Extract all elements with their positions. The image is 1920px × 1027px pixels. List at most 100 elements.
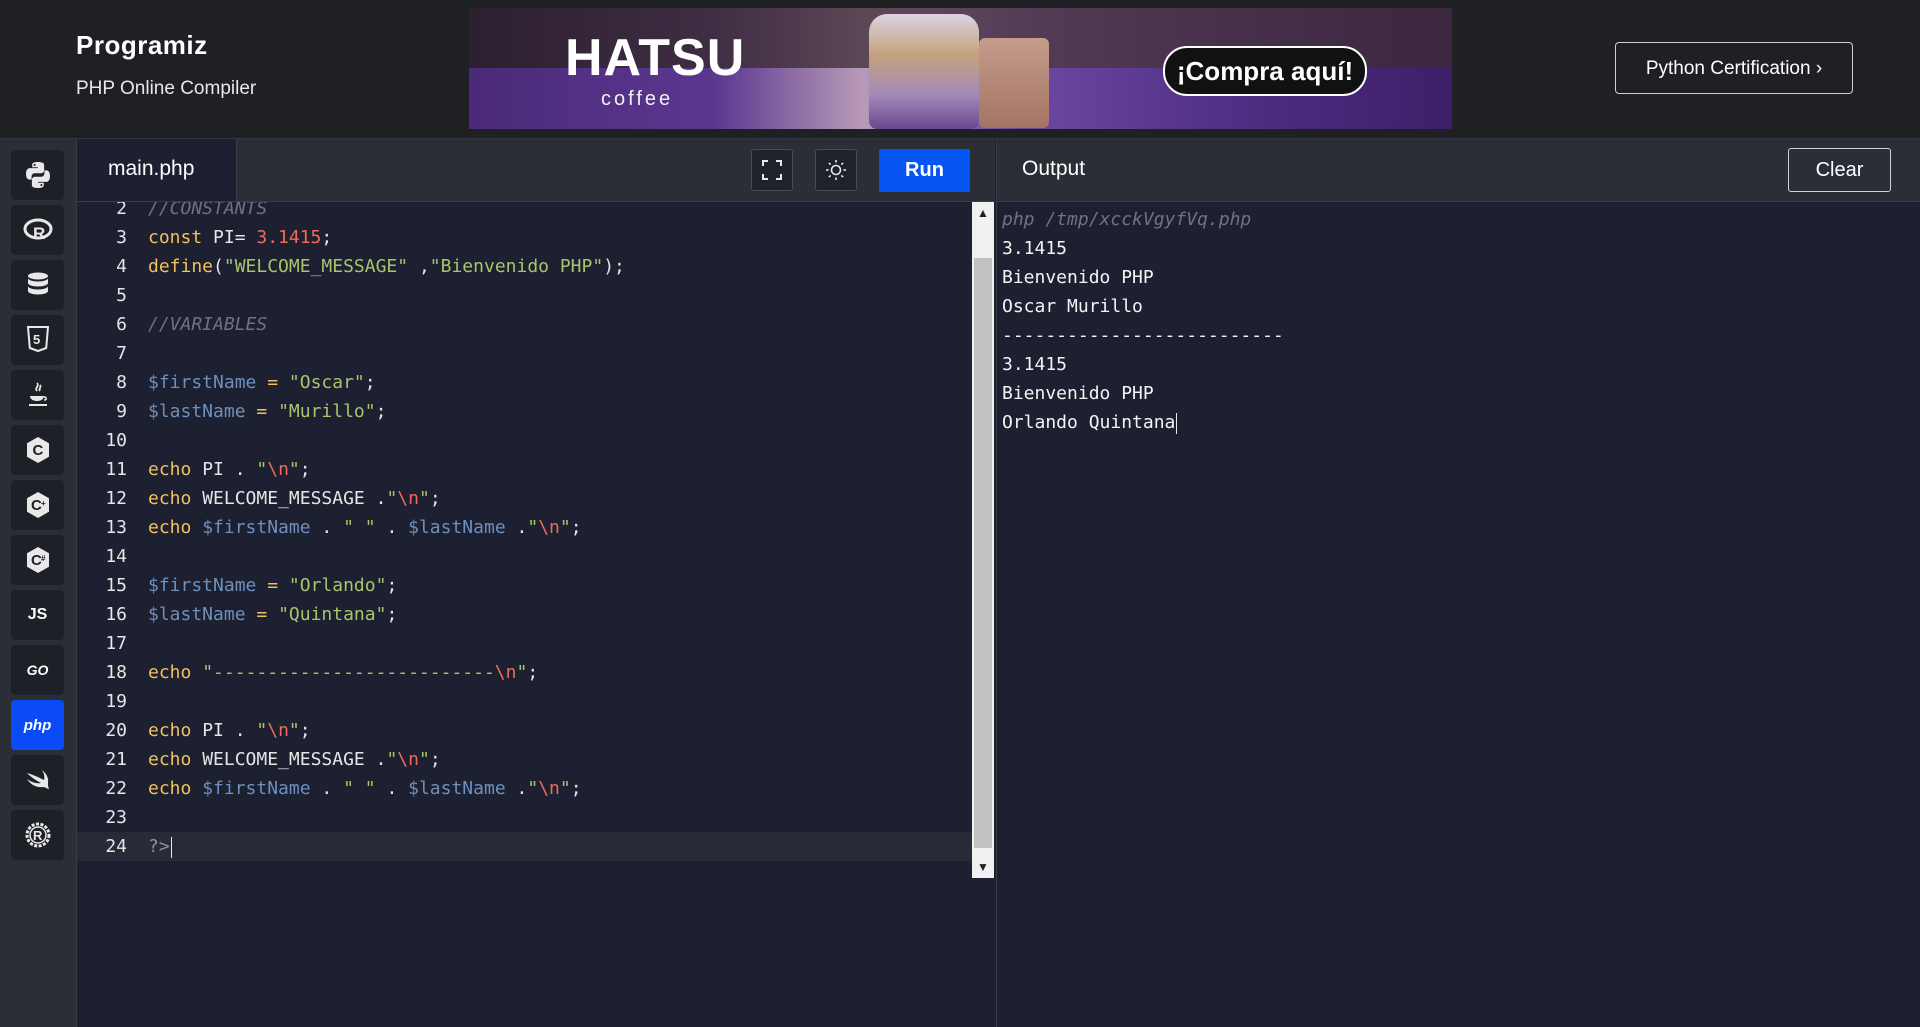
line-number: 16: [105, 604, 127, 625]
tab-main-php[interactable]: main.php: [77, 139, 237, 201]
svg-text:R: R: [33, 224, 45, 243]
code-line: 4 define("WELCOME_MESSAGE" ,"Bienvenido P…: [77, 252, 972, 281]
output-caret: [1176, 412, 1178, 434]
line-number: 12: [105, 488, 127, 509]
svg-text:5: 5: [33, 332, 40, 347]
code-line: 16 $lastName = "Quintana";: [77, 600, 972, 629]
sun-icon: [826, 160, 846, 180]
code-text: echo $firstName . " " . $lastName ."\n";: [148, 517, 582, 538]
code-text: $firstName = "Orlando";: [148, 575, 398, 596]
sidebar-item-r[interactable]: R: [11, 205, 64, 255]
line-number: 14: [105, 546, 127, 567]
output-command: php /tmp/xcckVgyfVq.php: [1002, 209, 1252, 230]
scroll-down-arrow-icon[interactable]: ▼: [972, 856, 994, 878]
code-editor[interactable]: 2 //CONSTANTS 3 const PI= 3.1415; 4 define(…: [77, 202, 972, 878]
python-icon: [25, 162, 50, 188]
sidebar-item-sql[interactable]: [11, 260, 64, 310]
code-line: 13 echo $firstName . " " . $lastName ."\n…: [77, 513, 972, 542]
code-text: echo WELCOME_MESSAGE ."\n";: [148, 749, 441, 770]
svg-text:#: #: [41, 554, 46, 563]
java-icon: [28, 382, 47, 406]
sidebar-item-cpp[interactable]: C +: [11, 480, 64, 530]
sidebar-item-python[interactable]: [11, 150, 64, 200]
scroll-up-arrow-icon[interactable]: ▲: [972, 202, 994, 224]
sidebar-item-csharp[interactable]: C #: [11, 535, 64, 585]
output-line: Bienvenido PHP: [1002, 267, 1154, 288]
line-number: 19: [105, 691, 127, 712]
sidebar-item-go[interactable]: GO: [11, 645, 64, 695]
code-line: 11 echo PI . "\n";: [77, 455, 972, 484]
output-line: 3.1415: [1002, 354, 1068, 375]
code-line: 22 echo $firstName . " " . $lastName ."\n…: [77, 774, 972, 803]
sidebar-item-swift[interactable]: [11, 755, 64, 805]
line-number: 7: [116, 343, 127, 364]
ad-can-image: [979, 38, 1049, 128]
code-line: 23: [77, 803, 972, 832]
top-header: Programiz PHP Online Compiler HATSU coff…: [0, 0, 1920, 139]
scrollbar-thumb[interactable]: [974, 258, 992, 848]
line-number: 23: [105, 807, 127, 828]
line-number: 18: [105, 662, 127, 683]
ad-cta-button[interactable]: ¡Compra aquí!: [1163, 46, 1367, 96]
line-number: 6: [116, 314, 127, 335]
line-number: 17: [105, 633, 127, 654]
code-text: const PI= 3.1415;: [148, 227, 333, 248]
line-number: 3: [116, 227, 127, 248]
c-icon: C: [26, 437, 49, 463]
csharp-icon: C #: [26, 547, 49, 573]
programiz-logo[interactable]: Programiz: [76, 30, 208, 61]
ad-drink-image: [869, 14, 979, 129]
page-subtitle: PHP Online Compiler: [76, 78, 257, 99]
sidebar-item-java[interactable]: [11, 370, 64, 420]
sidebar-item-c[interactable]: C: [11, 425, 64, 475]
clear-button[interactable]: Clear: [1788, 148, 1891, 192]
code-text: echo WELCOME_MESSAGE ."\n";: [148, 488, 441, 509]
ad-brand-sub: coffee: [601, 88, 674, 110]
code-text: echo PI . "\n";: [148, 720, 311, 741]
run-button[interactable]: Run: [879, 149, 970, 192]
code-comment: //VARIABLES: [148, 314, 268, 335]
code-line: 2 //CONSTANTS: [77, 202, 972, 223]
code-line: 9 $lastName = "Murillo";: [77, 397, 972, 426]
code-line: 15 $firstName = "Orlando";: [77, 571, 972, 600]
output-line-last: Orlando Quintana: [1002, 412, 1178, 434]
code-text: $lastName = "Murillo";: [148, 401, 387, 422]
editor-scrollbar[interactable]: ▲ ▼: [972, 202, 994, 878]
line-number: 22: [105, 778, 127, 799]
ad-brand: HATSU: [565, 29, 746, 87]
advertisement-banner[interactable]: HATSU coffee ¡Compra aquí!: [469, 8, 1452, 129]
fullscreen-button[interactable]: [751, 149, 793, 191]
tab-label: main.php: [108, 157, 195, 180]
r-icon: R: [23, 218, 52, 243]
output-panel[interactable]: php /tmp/xcckVgyfVq.php 3.1415 Bienvenid…: [996, 202, 1920, 1027]
javascript-icon: JS: [27, 606, 48, 623]
python-certification-button[interactable]: Python Certification ›: [1615, 42, 1853, 94]
sidebar-item-php[interactable]: php: [11, 700, 64, 750]
code-line: 14: [77, 542, 972, 571]
swift-icon: [26, 770, 49, 789]
code-line: 7: [77, 339, 972, 368]
output-line: Bienvenido PHP: [1002, 383, 1154, 404]
code-line: 3 const PI= 3.1415;: [77, 223, 972, 252]
theme-toggle-button[interactable]: [815, 149, 857, 191]
output-toolbar: Output Clear: [996, 139, 1920, 202]
sidebar-item-rust[interactable]: R: [11, 810, 64, 860]
output-line: Oscar Murillo: [1002, 296, 1143, 317]
code-comment: //CONSTANTS: [148, 202, 268, 219]
code-line: 12 echo WELCOME_MESSAGE ."\n";: [77, 484, 972, 513]
php-icon: php: [23, 716, 52, 734]
editor-toolbar: main.php Run: [77, 139, 995, 202]
line-number: 8: [116, 372, 127, 393]
line-number: 10: [105, 430, 127, 451]
sidebar-item-js[interactable]: JS: [11, 590, 64, 640]
line-number: 20: [105, 720, 127, 741]
code-text: $firstName = "Oscar";: [148, 372, 376, 393]
text-caret: [170, 836, 172, 858]
code-line-active: 24 ?>: [77, 832, 972, 861]
code-line: 5: [77, 281, 972, 310]
sidebar-item-html[interactable]: 5: [11, 315, 64, 365]
line-number: 9: [116, 401, 127, 422]
code-line: 17: [77, 629, 972, 658]
code-line: 19: [77, 687, 972, 716]
line-number: 4: [116, 256, 127, 277]
